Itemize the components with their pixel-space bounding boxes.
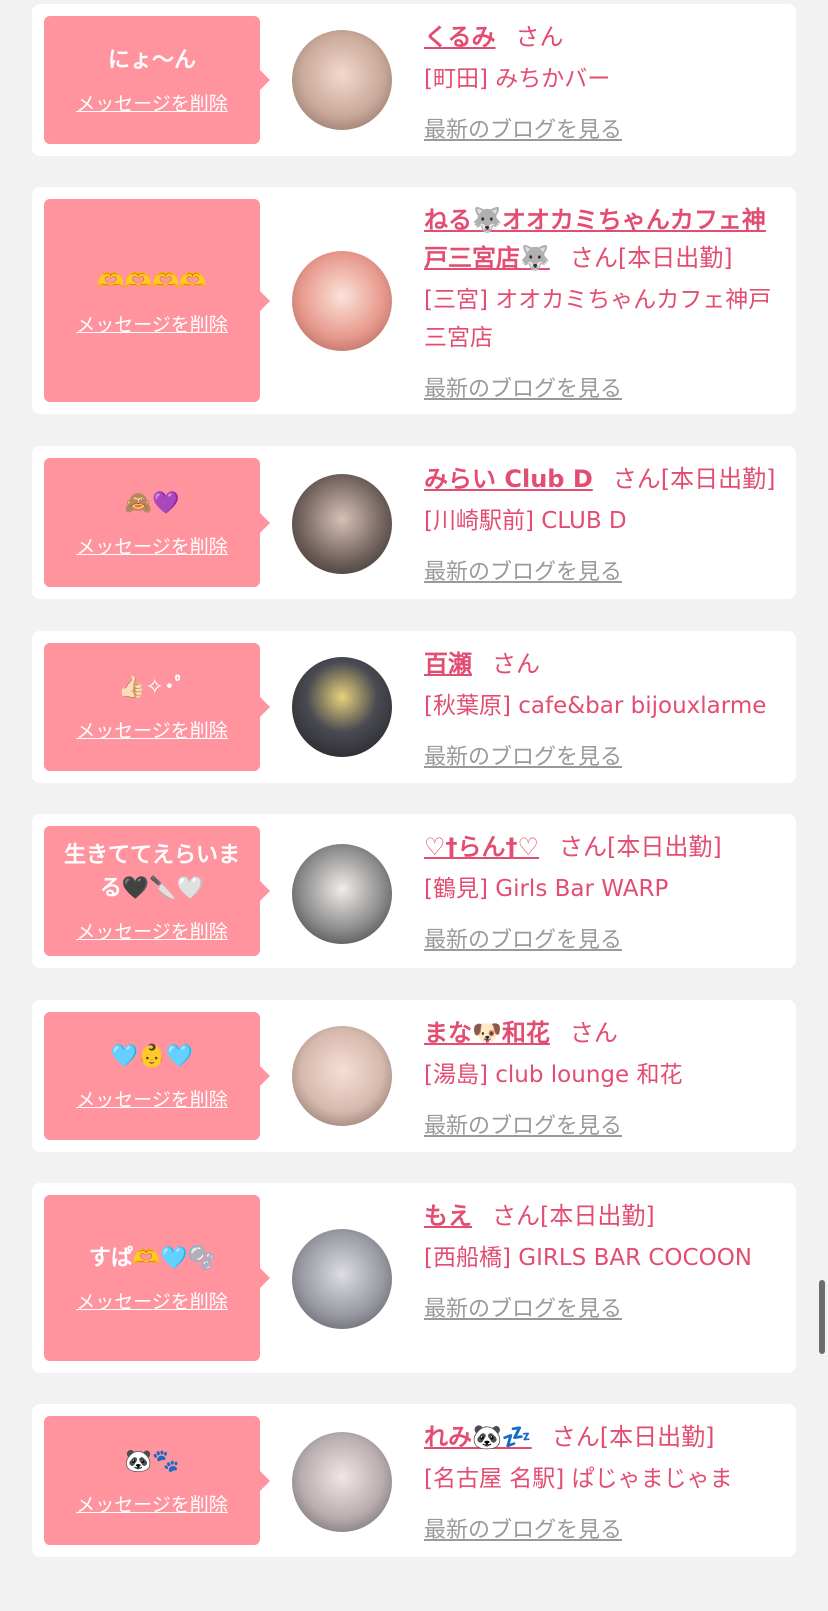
message-card: 🐼🐾 メッセージを削除 れみ🐼💤 さん[本日出勤] [名古屋 名駅] ぱじゃまじゃ… (32, 1404, 796, 1557)
profile-name-link[interactable]: れみ🐼💤 (424, 1423, 532, 1451)
message-text: 生きててえらいまる🖤🔪🤍 (63, 842, 240, 901)
avatar[interactable] (292, 1026, 392, 1126)
honorific: さん (569, 1019, 618, 1047)
delete-message-link[interactable]: メッセージを削除 (76, 89, 228, 116)
honorific: さん (492, 1202, 540, 1230)
shop-name: [町田] みちかバー (424, 66, 611, 92)
profile-name-link[interactable]: 百瀬 (424, 650, 472, 678)
message-text: 🙈💜 (124, 490, 180, 516)
honorific: さん (515, 23, 564, 51)
profile-info: ♡†らん†♡ さん[本日出勤] [鶴見] Girls Bar WARP 最新のブロ… (424, 828, 782, 954)
avatar[interactable] (292, 657, 392, 757)
avatar[interactable] (292, 474, 392, 574)
avatar[interactable] (292, 844, 392, 944)
message-bubble: 🫶🫶🫶🫶 メッセージを削除 (44, 199, 270, 402)
latest-blog-link[interactable]: 最新のブログを見る (424, 371, 622, 403)
message-bubble: 🩵👶🩵 メッセージを削除 (44, 1012, 270, 1140)
shop-name: [鶴見] Girls Bar WARP (424, 876, 669, 902)
message-card: にょ〜ん メッセージを削除 くるみ さん [町田] みちかバー 最新のブログを見る (32, 4, 796, 156)
latest-blog-link[interactable]: 最新のブログを見る (424, 1512, 622, 1544)
honorific: さん (569, 244, 618, 272)
delete-message-link[interactable]: メッセージを削除 (76, 1490, 228, 1517)
message-card: 🫶🫶🫶🫶 メッセージを削除 ねる🐺オオカミちゃんカフェ神戸三宮店🐺 さん[本日出勤… (32, 187, 796, 414)
honorific: さん (551, 1423, 600, 1451)
message-text: 👍🏻✧･ﾟ (118, 675, 186, 700)
honorific: さん (559, 833, 608, 861)
shop-name: [西船橋] GIRLS BAR COCOON (424, 1245, 753, 1271)
avatar[interactable] (292, 30, 392, 130)
message-text: 🐼🐾 (124, 1448, 180, 1474)
message-bubble: にょ〜ん メッセージを削除 (44, 16, 270, 144)
message-card: 生きててえらいまる🖤🔪🤍 メッセージを削除 ♡†らん†♡ さん[本日出勤] [鶴見… (32, 814, 796, 968)
delete-message-link[interactable]: メッセージを削除 (76, 532, 228, 559)
shop-name: [川崎駅前] CLUB D (424, 508, 627, 534)
delete-message-link[interactable]: メッセージを削除 (76, 917, 228, 944)
delete-message-link[interactable]: メッセージを削除 (76, 1085, 228, 1112)
work-status: [本日出勤] (599, 1423, 715, 1451)
shop-name: [三宮] オオカミちゃんカフェ神戸三宮店 (424, 287, 772, 351)
avatar[interactable] (292, 1229, 392, 1329)
message-bubble: 🙈💜 メッセージを削除 (44, 458, 270, 587)
message-text: 🫶🫶🫶🫶 (97, 268, 207, 294)
shop-name: [湯島] club lounge 和花 (424, 1062, 683, 1088)
message-text: すぱ🫶🩵🫧 (88, 1246, 216, 1271)
profile-info: もえ さん[本日出勤] [西船橋] GIRLS BAR COCOON 最新のブログ… (424, 1197, 782, 1323)
profile-info: みらい Club D さん[本日出勤] [川崎駅前] CLUB D 最新のブログを… (424, 460, 782, 586)
message-card: 🙈💜 メッセージを削除 みらい Club D さん[本日出勤] [川崎駅前] CL… (32, 446, 796, 599)
message-bubble: 🐼🐾 メッセージを削除 (44, 1416, 270, 1545)
profile-name-link[interactable]: みらい Club D (424, 465, 593, 493)
message-text: 🩵👶🩵 (110, 1044, 194, 1069)
shop-name: [名古屋 名駅] ぱじゃまじゃま (424, 1466, 733, 1492)
message-card: すぱ🫶🩵🫧 メッセージを削除 もえ さん[本日出勤] [西船橋] GIRLS BA… (32, 1183, 796, 1373)
delete-message-link[interactable]: メッセージを削除 (76, 310, 228, 337)
message-bubble: 👍🏻✧･ﾟ メッセージを削除 (44, 643, 270, 771)
latest-blog-link[interactable]: 最新のブログを見る (424, 1291, 622, 1323)
profile-name-link[interactable]: ♡†らん†♡ (424, 833, 539, 861)
delete-message-link[interactable]: メッセージを削除 (76, 716, 228, 743)
latest-blog-link[interactable]: 最新のブログを見る (424, 112, 622, 144)
work-status: [本日出勤] (540, 1202, 655, 1230)
profile-info: まな🐶和花 さん [湯島] club lounge 和花 最新のブログを見る (424, 1014, 782, 1140)
shop-name: [秋葉原] cafe&bar bijouxlarme (424, 693, 767, 719)
profile-info: くるみ さん [町田] みちかバー 最新のブログを見る (424, 18, 782, 144)
message-text: にょ〜ん (107, 48, 196, 73)
honorific: さん (492, 650, 540, 678)
latest-blog-link[interactable]: 最新のブログを見る (424, 922, 622, 954)
latest-blog-link[interactable]: 最新のブログを見る (424, 554, 622, 586)
latest-blog-link[interactable]: 最新のブログを見る (424, 739, 622, 771)
work-status: [本日出勤] (660, 465, 776, 493)
message-bubble: 生きててえらいまる🖤🔪🤍 メッセージを削除 (44, 826, 270, 956)
profile-name-link[interactable]: まな🐶和花 (424, 1019, 550, 1047)
profile-name-link[interactable]: もえ (424, 1202, 472, 1230)
message-bubble: すぱ🫶🩵🫧 メッセージを削除 (44, 1195, 270, 1361)
profile-info: れみ🐼💤 さん[本日出勤] [名古屋 名駅] ぱじゃまじゃま 最新のブログを見る (424, 1418, 782, 1544)
honorific: さん (612, 465, 661, 493)
scrollbar[interactable] (819, 1280, 825, 1354)
message-card: 🩵👶🩵 メッセージを削除 まな🐶和花 さん [湯島] club lounge 和花… (32, 1000, 796, 1152)
work-status: [本日出勤] (607, 833, 722, 861)
profile-info: ねる🐺オオカミちゃんカフェ神戸三宮店🐺 さん[本日出勤] [三宮] オオカミちゃん… (424, 201, 782, 403)
message-card: 👍🏻✧･ﾟ メッセージを削除 百瀬 さん [秋葉原] cafe&bar bijou… (32, 631, 796, 783)
delete-message-link[interactable]: メッセージを削除 (76, 1287, 228, 1314)
avatar[interactable] (292, 1432, 392, 1532)
avatar[interactable] (292, 251, 392, 351)
profile-info: 百瀬 さん [秋葉原] cafe&bar bijouxlarme 最新のブログを見… (424, 645, 782, 771)
work-status: [本日出勤] (617, 244, 733, 272)
latest-blog-link[interactable]: 最新のブログを見る (424, 1108, 622, 1140)
profile-name-link[interactable]: くるみ (424, 23, 496, 51)
